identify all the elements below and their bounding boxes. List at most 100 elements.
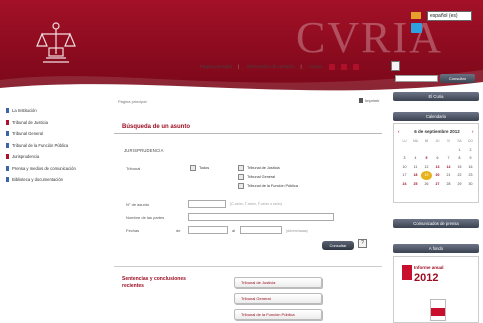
calendar-day[interactable]: 17 [399,171,410,180]
sidebar-item-court-of-justice[interactable]: Tribunal de Justicia [6,119,98,126]
calendar-week-row: 24 25 26 27 28 29 30 [399,180,477,189]
bullet-icon [6,154,9,159]
calendar-day[interactable]: 30 [465,180,476,189]
court-of-justice-checkbox[interactable] [238,165,244,171]
result-button-civil-service[interactable]: Tribunal de la Función Pública [234,309,322,320]
print-icon[interactable] [391,61,400,71]
annual-report-title: Informe anual [414,265,444,270]
language-select[interactable]: español (es) [427,11,472,21]
calendar-day[interactable]: 25 [410,180,421,189]
font-size-small-button[interactable] [329,64,336,70]
date-to-input[interactable] [240,226,282,234]
date-format-hint: (dd/mm/aaaa) [286,229,308,233]
curia-bar[interactable]: El Curia [393,92,479,101]
civil-service-checkbox[interactable] [238,183,244,189]
site-search-button[interactable]: Consultar [440,74,475,83]
result-button-general-court[interactable]: Tribunal General [234,293,322,304]
calendar-day[interactable]: 9 [465,154,476,163]
site-search-input[interactable] [395,75,438,82]
calendar-weekday-row: LU MA MI JU VI SA DO [399,137,477,146]
calendar-day [421,146,432,155]
bullet-icon [6,131,9,136]
date-from-input[interactable] [188,226,228,234]
in-depth-bar[interactable]: A fondo [393,244,479,253]
court-of-justice-label: Tribunal de Justicia [247,166,280,170]
calendar-day[interactable]: 18 [410,171,421,180]
top-navigation: Página principal | Información de contact… [200,64,365,70]
sidebar-item-library[interactable]: Biblioteca y documentación [6,177,98,183]
calendar-day[interactable]: 29 [454,180,465,189]
nav-link-contact[interactable]: Información de contacto [246,64,294,69]
calendar-grid: LU MA MI JU VI SA DO 1 2 3 4 5 6 7 8 9 10 11 12 13 14 15 16 17 1… [399,137,477,189]
bullet-icon [6,119,9,125]
breadcrumb[interactable]: Página principal [118,99,146,104]
calendar-day[interactable]: 26 [421,180,432,189]
calendar-day[interactable]: 15 [454,163,465,172]
parties-input[interactable] [188,213,334,221]
calendar-day [399,146,410,155]
calendar-day[interactable]: 12 [421,163,432,172]
section-label: JURISPRUDENCIA [124,148,164,153]
calendar-day[interactable]: 3 [399,154,410,163]
sidebar-item-press[interactable]: Prensa y medios de comunicación [6,165,98,172]
annual-report-widget[interactable]: Informe anual 2012 [393,256,479,323]
calendar-next-button[interactable]: › [472,129,474,134]
calendar-week-row: 12 [399,146,477,155]
calendar-weekday: MI [424,139,429,143]
date-to-label: al [232,228,236,233]
report-thumbnail-icon[interactable] [430,299,446,321]
calendar-day[interactable]: 6 [432,154,443,163]
sidebar-item-case-law[interactable]: Jurisprudencia [6,154,98,160]
help-icon[interactable]: ? [358,239,367,248]
press-releases-bar[interactable]: Comunicados de prensa [393,219,479,228]
calendar-day[interactable]: 11 [410,163,421,172]
calendar-day[interactable]: 23 [465,171,476,180]
calendar-day[interactable]: 28 [443,180,454,189]
nav-link-home[interactable]: Página principal [200,64,232,69]
court-emblem-logo[interactable] [34,18,78,64]
calendar-day[interactable]: 19 [421,171,432,180]
calendar-day[interactable]: 5 [421,154,432,163]
calendar-month: 6 de septiembre 2012 [414,129,460,134]
sidebar-item-civil-service-tribunal[interactable]: Tribunal de la Función Pública [6,142,98,149]
sidebar-item-institution[interactable]: La Institución [6,108,98,114]
bullet-icon [6,108,9,113]
calendar-day[interactable]: 13 [432,163,443,172]
calendar-day[interactable]: 2 [465,146,476,155]
bullet-icon [6,142,9,148]
calendar-day[interactable]: 22 [454,171,465,180]
calendar-day [432,146,443,155]
title-divider [114,133,382,134]
result-button-court-of-justice[interactable]: Tribunal de Justicia [234,277,322,288]
consultar-button[interactable]: Consultar [322,241,354,250]
calendar-day[interactable]: 8 [454,154,465,163]
calendar-day[interactable]: 1 [454,146,465,155]
sidebar-item-general-court[interactable]: Tribunal General [6,131,98,137]
page-title: Búsqueda de un asunto [122,124,191,130]
bullet-icon [6,177,9,182]
calendar-day[interactable]: 4 [410,154,421,163]
calendar-day[interactable]: 21 [443,171,454,180]
tribunal-label: Tribunal [126,166,141,171]
calendar-day[interactable]: 27 [432,180,443,189]
todos-checkbox[interactable] [190,165,196,171]
case-number-input[interactable] [188,200,226,208]
calendar-day[interactable]: 24 [399,180,410,189]
calendar-day[interactable]: 16 [465,163,476,172]
calendar-day[interactable]: 10 [399,163,410,172]
font-size-large-button[interactable] [353,64,360,70]
calendar-widget: ‹ 6 de septiembre 2012 › LU MA MI JU VI SA DO 1… [393,123,479,203]
main-content: Página principal Imprimir Búsqueda de un… [110,92,385,323]
calendar-day [410,146,421,155]
calendar-day[interactable]: 20 [432,171,443,180]
bullet-icon [6,165,9,171]
calendar-day[interactable]: 7 [443,154,454,163]
civil-service-label: Tribunal de la Función Pública [247,184,298,188]
font-size-medium-button[interactable] [341,64,348,70]
print-link[interactable]: Imprimir [359,98,379,104]
nav-link-notice[interactable]: Avisos [309,64,322,69]
general-court-checkbox[interactable] [238,174,244,180]
twitter-icon[interactable] [411,23,422,33]
calendar-bar[interactable]: Calendario [393,112,479,121]
calendar-day[interactable]: 14 [443,163,454,172]
